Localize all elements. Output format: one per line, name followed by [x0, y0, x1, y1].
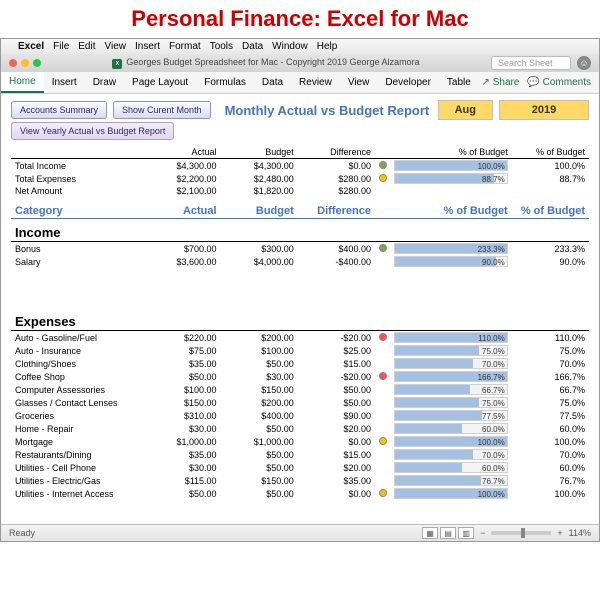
table-row: Utilities - Cell Phone $30.00 $50.00 $20…	[11, 461, 589, 474]
report-grid: ActualBudgetDifference% of Budget% of Bu…	[11, 146, 589, 520]
budget-bar: 75.0%	[394, 345, 507, 356]
budget-bar: 70.0%	[394, 358, 507, 369]
tab-developer[interactable]: Developer	[377, 73, 439, 92]
tab-insert[interactable]: Insert	[44, 73, 85, 92]
budget-bar: 60.0%	[394, 423, 507, 434]
view-yearly-button[interactable]: View Yearly Actual vs Budget Report	[11, 122, 174, 140]
tab-draw[interactable]: Draw	[85, 73, 124, 92]
share-button[interactable]: ↗ Share	[482, 77, 520, 88]
close-icon[interactable]	[9, 59, 17, 67]
menu-format[interactable]: Format	[169, 41, 201, 52]
table-row: Mortgage $1,000.00 $1,000.00 $0.00 100.0…	[11, 435, 589, 448]
budget-bar: 100.0%	[394, 160, 507, 171]
table-row: Glasses / Contact Lenses $150.00 $200.00…	[11, 396, 589, 409]
maximize-icon[interactable]	[33, 59, 41, 67]
tab-table[interactable]: Table	[439, 73, 479, 92]
zoom-level[interactable]: 114%	[569, 528, 591, 538]
budget-bar: 166.7%	[394, 371, 507, 382]
budget-bar: 110.0%	[394, 332, 507, 343]
menu-edit[interactable]: Edit	[78, 41, 95, 52]
search-input[interactable]: Search Sheet	[491, 56, 571, 70]
zoom-out-icon[interactable]: −	[480, 528, 485, 538]
budget-bar: 88.7%	[394, 173, 507, 184]
budget-bar: 76.7%	[394, 475, 507, 486]
status-dot-icon	[379, 372, 387, 380]
document-title: xGeorges Budget Spreadsheet for Mac - Co…	[41, 57, 491, 69]
view-page-layout-icon[interactable]: ▤	[440, 527, 456, 539]
tab-home[interactable]: Home	[1, 72, 44, 93]
report-title: Monthly Actual vs Budget Report	[225, 103, 432, 118]
tab-page-layout[interactable]: Page Layout	[124, 73, 196, 92]
zoom-slider[interactable]	[491, 531, 551, 535]
tab-view[interactable]: View	[340, 73, 378, 92]
summary-header: ActualBudgetDifference% of Budget% of Bu…	[11, 146, 589, 159]
table-row: Clothing/Shoes $35.00 $50.00 $15.00 70.0…	[11, 357, 589, 370]
table-row: Utilities - Internet Access $50.00 $50.0…	[11, 487, 589, 500]
period-month[interactable]: Aug	[438, 100, 493, 120]
status-dot-icon	[379, 437, 387, 445]
ribbon-tabs: Home Insert Draw Page Layout Formulas Da…	[1, 72, 599, 94]
table-row: Net Amount $2,100.00 $1,820.00 $280.00	[11, 185, 589, 197]
status-dot-icon	[379, 333, 387, 341]
status-dot-icon	[379, 161, 387, 169]
table-row: Auto - Gasoline/Fuel $220.00 $200.00 -$2…	[11, 331, 589, 345]
traffic-lights	[9, 59, 41, 67]
accounts-summary-button[interactable]: Accounts Summary	[11, 101, 107, 119]
show-current-month-button[interactable]: Show Curent Month	[113, 101, 211, 119]
comments-button[interactable]: 💬 Comments	[527, 77, 591, 88]
status-dot-icon	[379, 174, 387, 182]
page-heading: Personal Finance: Excel for Mac	[0, 0, 600, 38]
menu-view[interactable]: View	[105, 41, 127, 52]
budget-bar: 100.0%	[394, 436, 507, 447]
budget-bar: 60.0%	[394, 462, 507, 473]
budget-bar: 75.0%	[394, 397, 507, 408]
tab-data[interactable]: Data	[254, 73, 291, 92]
worksheet[interactable]: Accounts Summary Show Curent Month Month…	[1, 94, 599, 524]
table-row: Bonus $700.00 $300.00 $400.00 233.3% 233…	[11, 242, 589, 256]
menu-window[interactable]: Window	[272, 41, 308, 52]
status-dot-icon	[379, 244, 387, 252]
table-row: Groceries $310.00 $400.00 $90.00 77.5% 7…	[11, 409, 589, 422]
budget-bar: 90.0%	[394, 256, 507, 267]
menu-data[interactable]: Data	[242, 41, 263, 52]
budget-bar: 70.0%	[394, 449, 507, 460]
table-row: Salary $3,600.00 $4,000.00 -$400.00 90.0…	[11, 255, 589, 268]
menu-insert[interactable]: Insert	[135, 41, 160, 52]
view-normal-icon[interactable]: ▦	[422, 527, 438, 539]
menu-tools[interactable]: Tools	[210, 41, 233, 52]
status-dot-icon	[379, 489, 387, 497]
period-year[interactable]: 2019	[499, 100, 589, 120]
view-page-break-icon[interactable]: ▥	[458, 527, 474, 539]
table-row: Coffee Shop $50.00 $30.00 -$20.00 166.7%…	[11, 370, 589, 383]
menu-help[interactable]: Help	[317, 41, 338, 52]
tab-review[interactable]: Review	[291, 73, 340, 92]
table-row: Utilities - Electric/Gas $115.00 $150.00…	[11, 474, 589, 487]
excel-window: Excel File Edit View Insert Format Tools…	[0, 38, 600, 542]
table-row: Total Expenses $2,200.00 $2,480.00 $280.…	[11, 172, 589, 185]
feedback-icon[interactable]: ☺	[577, 56, 591, 70]
table-row: Auto - Insurance $75.00 $100.00 $25.00 7…	[11, 344, 589, 357]
title-bar: xGeorges Budget Spreadsheet for Mac - Co…	[1, 54, 599, 72]
table-row: Restaurants/Dining $35.00 $50.00 $15.00 …	[11, 448, 589, 461]
tab-formulas[interactable]: Formulas	[196, 73, 254, 92]
budget-bar: 77.5%	[394, 410, 507, 421]
budget-bar: 233.3%	[394, 243, 507, 254]
minimize-icon[interactable]	[21, 59, 29, 67]
table-row: Computer Assessories $100.00 $150.00 $50…	[11, 383, 589, 396]
status-ready: Ready	[9, 528, 35, 538]
menu-excel[interactable]: Excel	[18, 41, 44, 52]
mac-menubar: Excel File Edit View Insert Format Tools…	[1, 39, 599, 54]
status-bar: Ready ▦ ▤ ▥ − + 114%	[1, 524, 599, 541]
category-header: CategoryActualBudgetDifference% of Budge…	[11, 197, 589, 219]
zoom-in-icon[interactable]: +	[557, 528, 562, 538]
budget-bar: 100.0%	[394, 488, 507, 499]
table-row: Total Income $4,300.00 $4,300.00 $0.00 1…	[11, 159, 589, 173]
table-row: Home - Repair $30.00 $50.00 $20.00 60.0%…	[11, 422, 589, 435]
budget-bar: 66.7%	[394, 384, 507, 395]
menu-file[interactable]: File	[53, 41, 69, 52]
excel-doc-icon: x	[112, 59, 122, 69]
income-section: Income	[11, 219, 589, 242]
expenses-section: Expenses	[11, 308, 589, 331]
